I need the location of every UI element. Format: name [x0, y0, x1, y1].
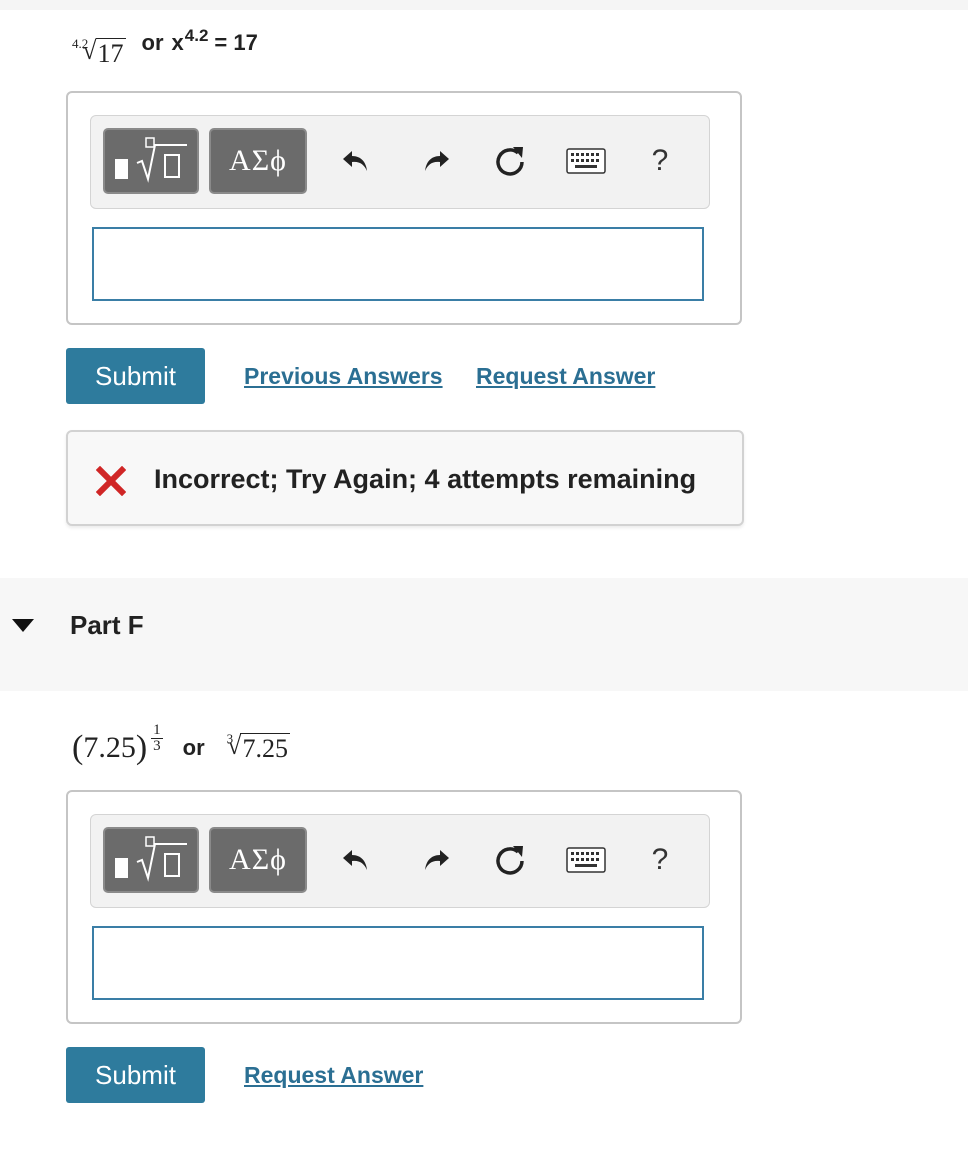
exponent-numerator: 1 [151, 721, 163, 739]
undo-icon [343, 850, 367, 870]
templates-sqrt-icon [115, 137, 187, 183]
reset-button[interactable] [487, 837, 533, 883]
root-index: 4.2 [72, 36, 89, 51]
math-toolbar: ΑΣϕ ? [90, 115, 710, 209]
redo-button[interactable] [413, 837, 459, 883]
part-e-answer-box: ΑΣϕ ? [66, 91, 742, 325]
power-base: x [171, 30, 184, 55]
templates-button[interactable] [103, 128, 199, 194]
keyboard-button[interactable] [563, 138, 609, 184]
power-exponent: 4.2 [184, 26, 209, 45]
equals-value: = 17 [214, 30, 258, 55]
math-toolbar: ΑΣϕ ? [90, 814, 710, 908]
open-paren: ( [72, 729, 84, 766]
exponent-denominator: 3 [153, 737, 161, 754]
keyboard-icon [566, 148, 606, 174]
feedback-message: Incorrect; Try Again; 4 attempts remaini… [154, 464, 697, 494]
answer-input[interactable] [92, 227, 704, 301]
fraction-exponent: 1 3 [151, 721, 163, 754]
close-paren: ) [135, 729, 148, 766]
reset-button[interactable] [487, 138, 533, 184]
submit-button[interactable]: Submit [66, 348, 205, 404]
reset-icon [496, 147, 524, 176]
or-text: or [141, 30, 164, 55]
keyboard-button[interactable] [563, 837, 609, 883]
radicand: 17 [95, 38, 126, 68]
request-answer-link[interactable]: Request Answer [476, 363, 655, 390]
answer-input[interactable] [92, 926, 704, 1000]
root-index: 3 [226, 730, 234, 746]
part-f-expression: ( 7.25 ) 1 3 or 3 √ 7.25 [72, 722, 290, 768]
keyboard-icon [566, 847, 606, 873]
feedback-incorrect: Incorrect; Try Again; 4 attempts remaini… [66, 430, 744, 526]
or-text: or [182, 735, 205, 760]
nth-root: 4.2 √ 17 [72, 36, 126, 69]
reset-icon [496, 846, 524, 875]
cube-root: 3 √ 7.25 [226, 730, 290, 764]
greek-symbols-button[interactable]: ΑΣϕ [209, 128, 307, 194]
submit-button[interactable]: Submit [66, 1047, 205, 1103]
greek-symbols-button[interactable]: ΑΣϕ [209, 827, 307, 893]
part-f-answer-box: ΑΣϕ ? [66, 790, 742, 1024]
templates-button[interactable] [103, 827, 199, 893]
part-title: Part F [70, 610, 144, 640]
part-e-expression: 4.2 √ 17 or x 4.2 = 17 [72, 26, 258, 69]
request-answer-link[interactable]: Request Answer [244, 1062, 423, 1089]
redo-icon [425, 151, 449, 171]
help-button[interactable]: ? [637, 138, 683, 184]
help-button[interactable]: ? [637, 837, 683, 883]
redo-button[interactable] [413, 138, 459, 184]
undo-button[interactable] [333, 837, 379, 883]
power-base: 7.25 [83, 731, 136, 764]
collapse-arrow-icon[interactable] [12, 619, 34, 632]
radicand: 7.25 [240, 732, 290, 763]
undo-button[interactable] [333, 138, 379, 184]
previous-answers-link[interactable]: Previous Answers [244, 363, 443, 390]
templates-sqrt-icon [115, 836, 187, 882]
top-strip [0, 0, 968, 10]
part-f-header[interactable]: Part F [0, 578, 968, 691]
x-mark-icon [96, 466, 126, 496]
undo-icon [343, 151, 367, 171]
redo-icon [425, 850, 449, 870]
